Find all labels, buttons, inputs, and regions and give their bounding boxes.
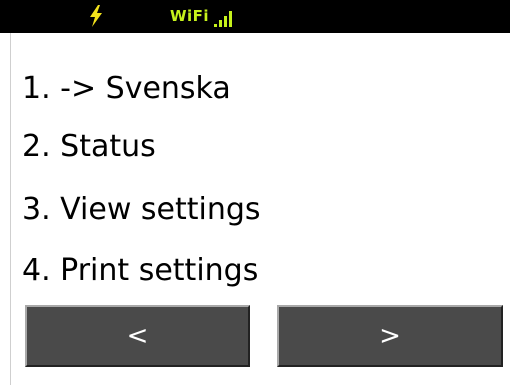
device-screen: WiFi 1. -> Svenska 2. Status 3. View set… xyxy=(0,0,510,385)
wifi-label: WiFi xyxy=(170,7,210,25)
status-bar: WiFi xyxy=(0,0,510,33)
menu-item-view-settings[interactable]: 3. View settings xyxy=(22,192,261,228)
next-button-label: > xyxy=(379,321,401,351)
signal-bars-icon xyxy=(214,11,232,27)
previous-button-label: < xyxy=(126,321,149,351)
menu-item-status[interactable]: 2. Status xyxy=(22,129,156,165)
screen-edge xyxy=(10,33,11,385)
menu-item-language[interactable]: 1. -> Svenska xyxy=(22,71,231,107)
previous-button[interactable]: < xyxy=(25,305,250,367)
lightning-bolt-icon xyxy=(90,5,102,27)
next-button[interactable]: > xyxy=(277,305,503,367)
menu-item-print-settings[interactable]: 4. Print settings xyxy=(22,253,258,289)
